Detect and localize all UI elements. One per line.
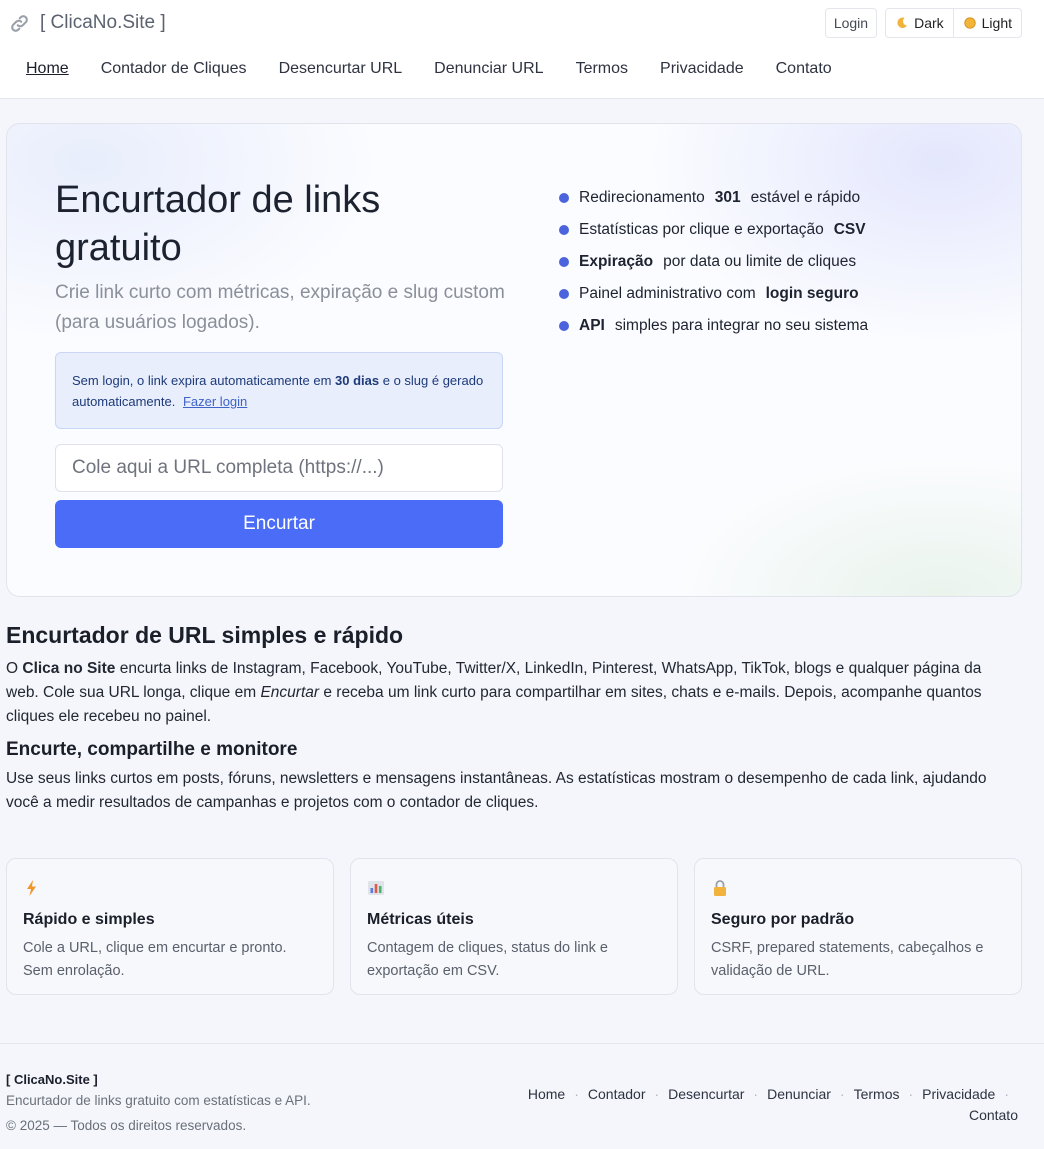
feature-highlight: CSV [833,221,866,238]
feature-highlight: Expiração [579,253,654,270]
footer-link-privacy[interactable]: Privacidade [922,1086,995,1102]
subsection-paragraph: Use seus links curtos em posts, fóruns, … [6,770,987,811]
feature-text: por data ou limite de cliques [663,253,857,270]
section-title: Encurtador de URL simples e rápido [6,622,404,648]
login-button[interactable]: Login [824,8,878,38]
nav-home[interactable]: Home [26,60,69,78]
top-actions: Login Dark Light [824,8,1022,38]
feature-item: Painel administrativo com login seguro [559,278,876,310]
footer-tagline: Encurtador de links gratuito com estatís… [6,1093,311,1108]
feature-highlight: API [579,317,605,334]
shorten-button[interactable]: Encurtar [55,500,503,548]
paragraph-emphasis: Encurtar [260,684,320,701]
bullet-dot [559,257,569,267]
lock-icon [714,880,726,896]
nav-click-counter[interactable]: Contador de Cliques [101,60,247,78]
feature-list: Redirecionamento 301 estável e rápido Es… [559,182,876,342]
top-header: [ ClicaNo.Site ] Login Dark Light Home C… [0,0,1044,99]
feature-text: estável e rápido [750,189,861,206]
notice-login-link[interactable]: Fazer login [183,394,247,409]
light-theme-button[interactable]: Light [952,9,1021,37]
footer-link-contact[interactable]: Contato [969,1107,1018,1123]
paragraph-text: O [6,660,23,677]
feature-highlight: 301 [714,189,741,206]
feature-cards: Rápido e simples Cole a URL, clique em e… [6,858,1022,995]
feature-item: Expiração por data ou limite de cliques [559,246,876,278]
subsection-title: Encurte, compartilhe e monitore [6,739,298,760]
feature-card: Métricas úteis Contagem de cliques, stat… [350,858,678,995]
bullet-dot [559,289,569,299]
seo-content: Encurtador de URL simples e rápido O Cli… [6,622,1016,815]
theme-switcher: Dark Light [885,8,1022,38]
link-separator: · [753,1086,759,1102]
feature-text: Estatísticas por clique e exportação [579,221,824,238]
moon-icon [897,17,908,29]
feature-item: API simples para integrar no seu sistema [559,310,876,342]
notice-expiry: 30 dias [335,373,380,388]
nav-privacy[interactable]: Privacidade [660,60,744,78]
login-notice: Sem login, o link expira automaticamente… [55,352,503,429]
feature-item: Estatísticas por clique e exportação CSV [559,214,876,246]
feature-text: Painel administrativo com [579,285,756,302]
bar-chart-icon [368,881,384,895]
site-logo[interactable]: [ ClicaNo.Site ] [9,11,166,35]
section-paragraph: O Clica no Site encurta links de Instagr… [6,657,1016,729]
nav-terms[interactable]: Termos [576,60,628,78]
bullet-dot [559,321,569,331]
card-title: Seguro por padrão [711,911,855,928]
footer-link-terms[interactable]: Termos [854,1086,900,1102]
footer-links: Home · Contador · Desencurtar · Denunciar · Term… [518,1084,1018,1126]
link-separator: · [839,1086,845,1102]
footer-brand: [ ClicaNo.Site ] [6,1072,98,1087]
feature-highlight: login seguro [765,285,859,302]
nav-unshorten-url[interactable]: Desencurtar URL [279,60,403,78]
dark-theme-label: Dark [914,15,944,31]
sun-icon [963,17,976,29]
card-title: Métricas úteis [367,911,474,928]
paragraph-brand: Clica no Site [22,660,116,677]
footer-link-unshorten[interactable]: Desencurtar [668,1086,744,1102]
site-footer: [ ClicaNo.Site ] Encurtador de links gra… [0,1043,1044,1149]
footer-link-report[interactable]: Denunciar [767,1086,831,1102]
link-separator: · [908,1086,914,1102]
link-separator: · [574,1086,579,1102]
feature-text: simples para integrar no seu sistema [614,317,869,334]
lightning-icon [27,880,36,896]
feature-card: Seguro por padrão CSRF, prepared stateme… [694,858,1022,995]
footer-link-counter[interactable]: Contador [588,1086,646,1102]
bullet-dot [559,225,569,235]
link-icon [11,14,28,32]
notice-text-start: Sem login, o link expira automaticamente… [72,373,336,388]
link-separator: · [1004,1086,1009,1102]
card-text: Cole a URL, clique em encurtar e pronto.… [23,940,287,979]
main-nav: Home Contador de Cliques Desencurtar URL… [26,60,832,78]
nav-report-url[interactable]: Denunciar URL [434,60,543,78]
hero-title: Encurtador de links gratuito [55,179,381,269]
footer-link-home[interactable]: Home [528,1086,565,1102]
feature-text: Redirecionamento [579,189,705,206]
light-theme-label: Light [981,15,1012,31]
card-text: Contagem de cliques, status do link e ex… [367,940,608,979]
url-input[interactable] [55,444,503,492]
dark-theme-button[interactable]: Dark [886,9,953,37]
card-text: CSRF, prepared statements, cabeçalhos e … [711,940,984,979]
feature-card: Rápido e simples Cole a URL, clique em e… [6,858,334,995]
hero-lead: Crie link curto com métricas, expiração … [55,282,505,333]
hero-panel: Encurtador de links gratuito Crie link c… [6,123,1022,597]
footer-copyright: © 2025 — Todos os direitos reservados. [6,1118,247,1133]
bullet-dot [559,193,569,203]
nav-contact[interactable]: Contato [776,60,832,78]
feature-item: Redirecionamento 301 estável e rápido [559,182,876,214]
brand-name: [ ClicaNo.Site ] [40,12,166,33]
link-separator: · [654,1086,660,1102]
card-title: Rápido e simples [23,911,155,928]
